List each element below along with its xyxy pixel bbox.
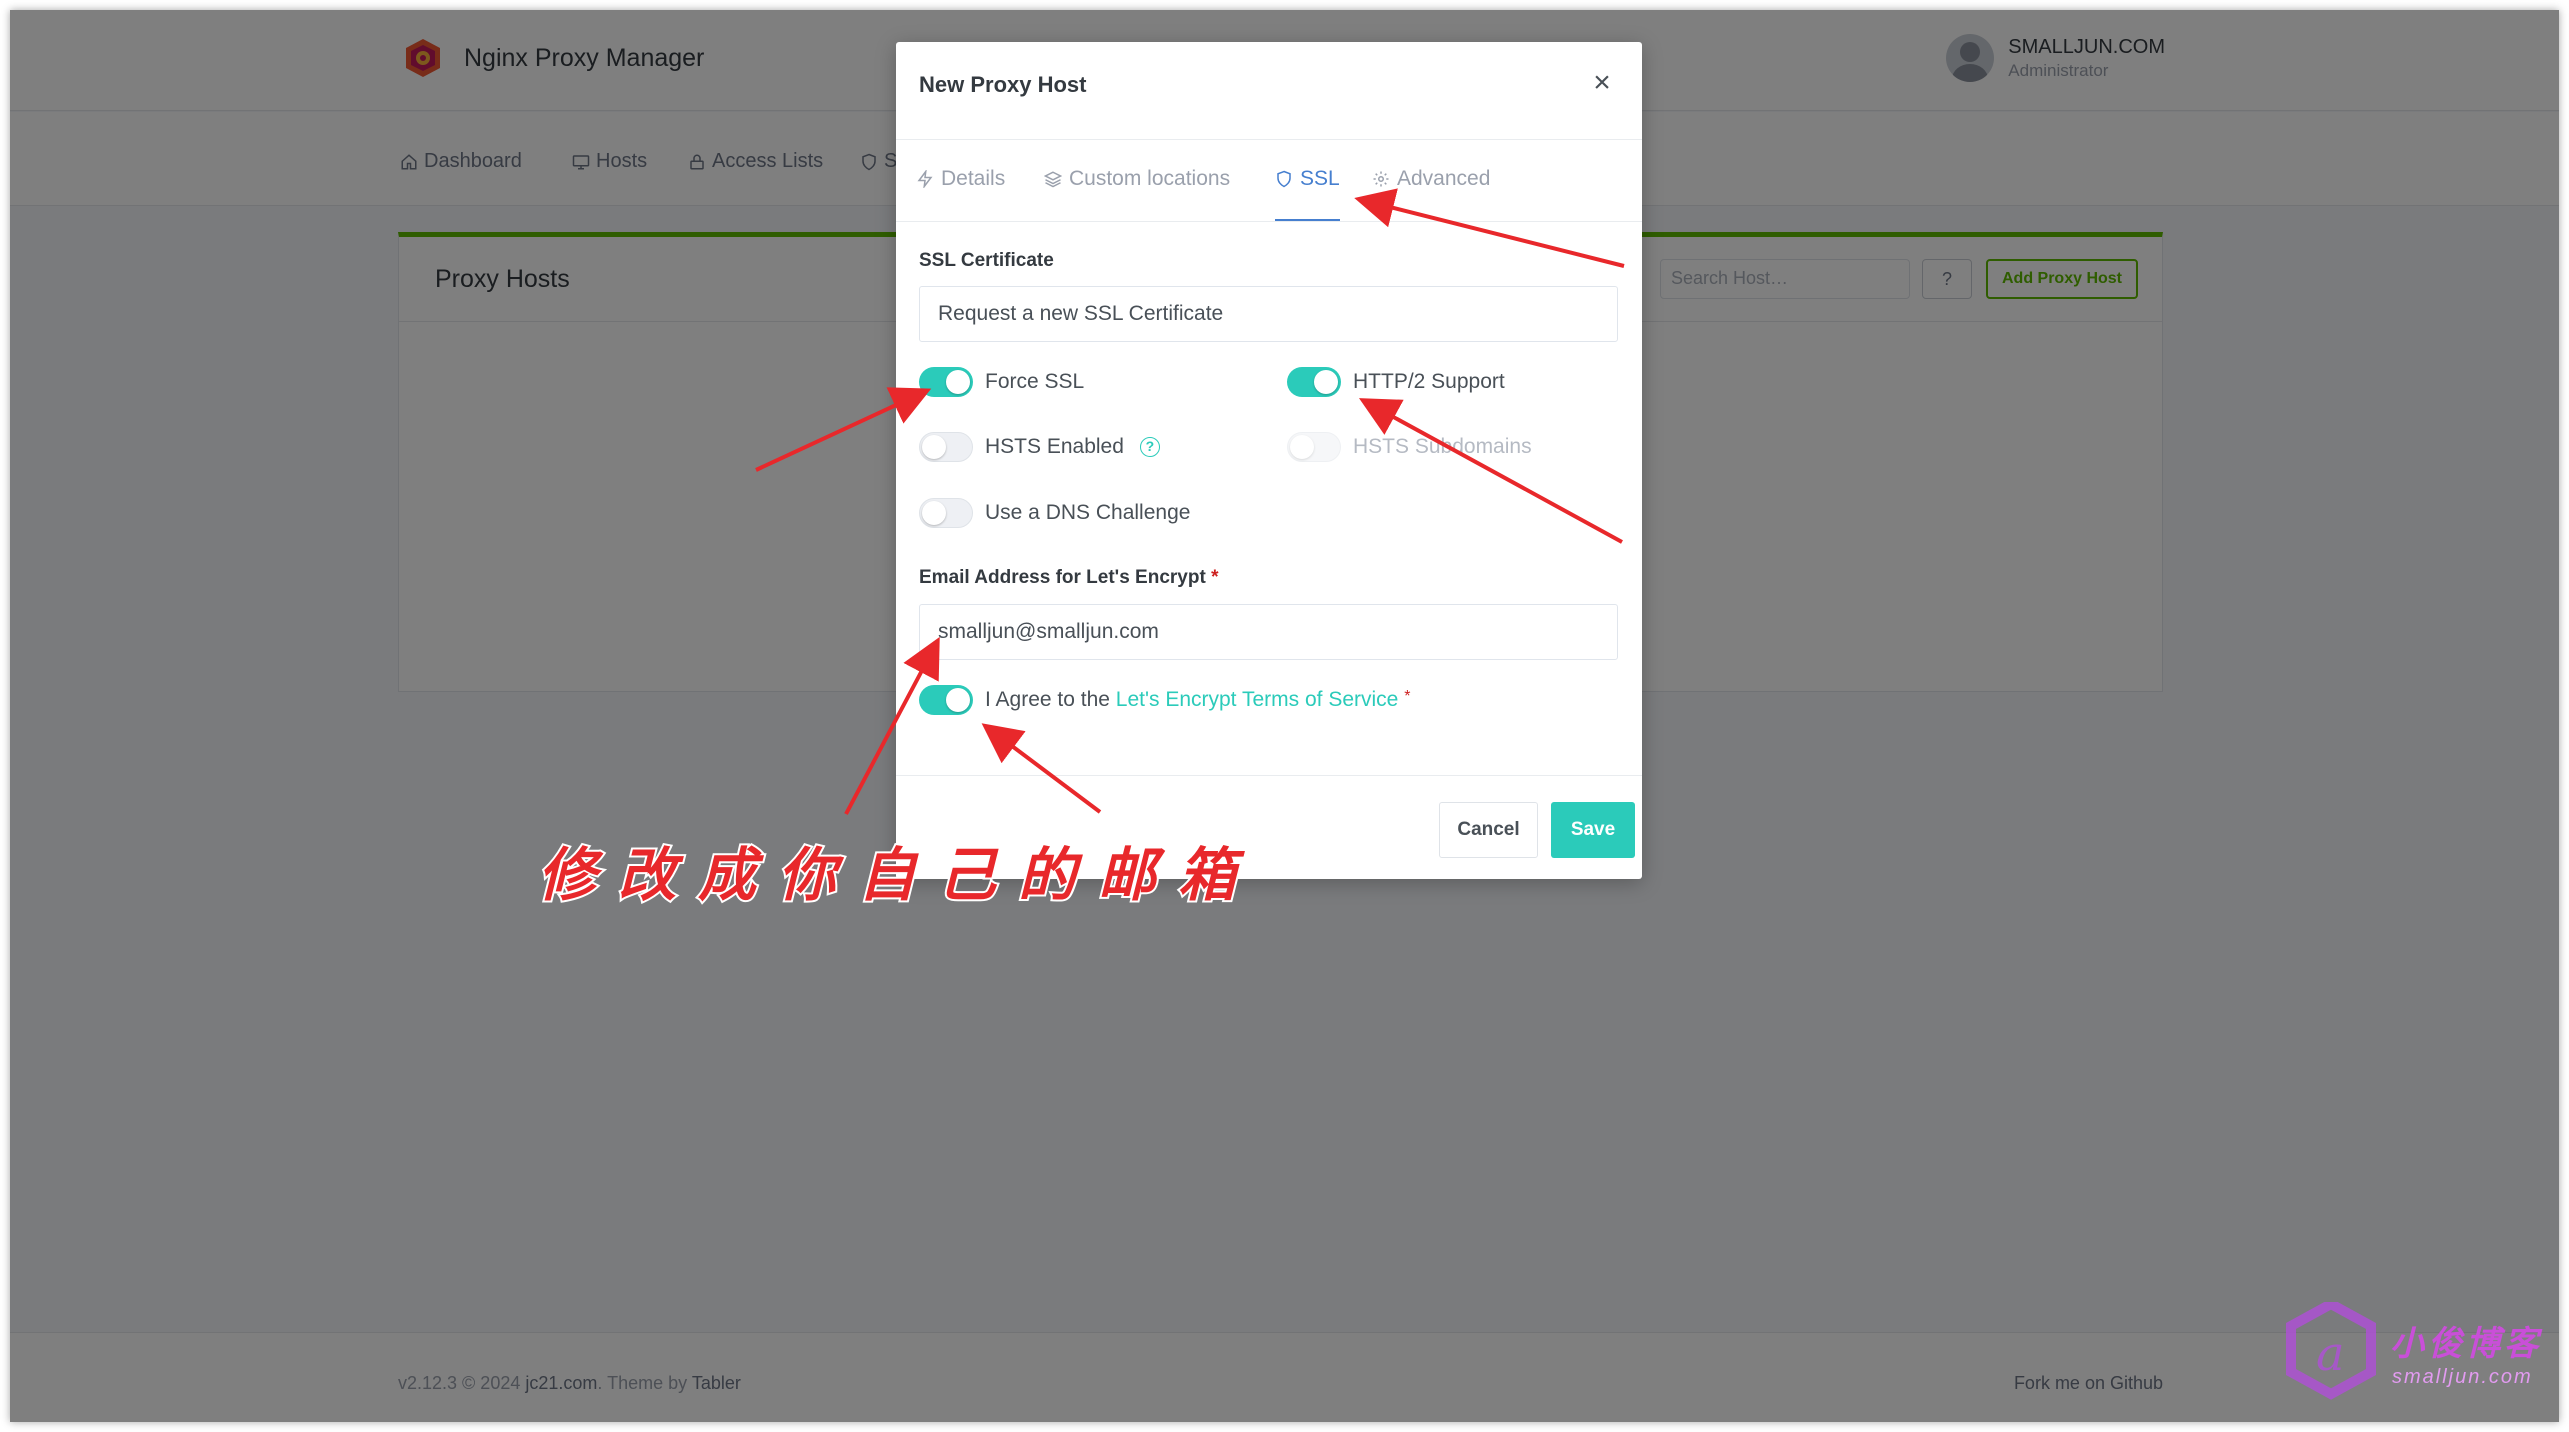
tab-ssl[interactable]: SSL bbox=[1275, 167, 1340, 221]
tab-details[interactable]: Details bbox=[916, 167, 1005, 221]
ssl-certificate-label: SSL Certificate bbox=[919, 250, 1054, 271]
tab-label: Advanced bbox=[1397, 167, 1491, 190]
new-proxy-host-modal: New Proxy Host × Details Custom location… bbox=[896, 42, 1642, 879]
close-icon[interactable]: × bbox=[1586, 68, 1618, 100]
hsts-toggle-row[interactable]: HSTS Enabled ? bbox=[919, 432, 1160, 462]
required-marker: * bbox=[1404, 688, 1411, 705]
http2-label: HTTP/2 Support bbox=[1353, 370, 1505, 393]
ssl-certificate-select[interactable]: Request a new SSL Certificate bbox=[919, 286, 1618, 342]
gear-icon bbox=[1373, 171, 1389, 187]
hsts-toggle[interactable] bbox=[919, 432, 973, 462]
http2-toggle-row[interactable]: HTTP/2 Support bbox=[1287, 367, 1505, 397]
zap-icon bbox=[917, 170, 933, 188]
shield-icon bbox=[1277, 170, 1291, 188]
tab-custom-locations[interactable]: Custom locations bbox=[1044, 167, 1230, 221]
dns-challenge-toggle[interactable] bbox=[919, 498, 973, 528]
required-marker: * bbox=[1211, 567, 1219, 588]
hsts-subdomains-toggle bbox=[1287, 432, 1341, 462]
watermark-title: 小俊博客 bbox=[2390, 1324, 2542, 1364]
cancel-button[interactable]: Cancel bbox=[1439, 802, 1538, 858]
dns-challenge-label: Use a DNS Challenge bbox=[985, 501, 1191, 524]
agree-prefix: I Agree to the bbox=[985, 688, 1110, 711]
divider bbox=[896, 775, 1642, 776]
watermark-url: smalljun.com bbox=[2392, 1366, 2533, 1388]
agree-label: I Agree to the Let's Encrypt Terms of Se… bbox=[985, 688, 1410, 712]
tab-label: SSL bbox=[1300, 167, 1340, 190]
save-button[interactable]: Save bbox=[1551, 802, 1635, 858]
dns-challenge-toggle-row[interactable]: Use a DNS Challenge bbox=[919, 498, 1190, 528]
hsts-subdomains-label: HSTS Subdomains bbox=[1353, 435, 1532, 458]
tab-label: Details bbox=[941, 167, 1006, 190]
help-circle-icon[interactable]: ? bbox=[1139, 437, 1160, 457]
agree-tos-toggle[interactable] bbox=[919, 685, 973, 715]
modal-title: New Proxy Host bbox=[919, 72, 1087, 97]
email-field[interactable]: smalljun@smalljun.com bbox=[919, 604, 1618, 660]
annotation-caption: 修改成你自己的邮箱 bbox=[536, 839, 1259, 911]
modal-tabs: Details Custom locations SSL Advanced bbox=[896, 140, 1642, 222]
agree-toggle-row[interactable]: I Agree to the Let's Encrypt Terms of Se… bbox=[919, 685, 1410, 715]
email-label: Email Address for Let's Encrypt * bbox=[919, 567, 1218, 589]
tab-label: Custom locations bbox=[1069, 167, 1231, 190]
tab-advanced[interactable]: Advanced bbox=[1372, 167, 1490, 221]
tos-link[interactable]: Let's Encrypt Terms of Service bbox=[1116, 688, 1399, 711]
hsts-label: HSTS Enabled bbox=[985, 435, 1124, 458]
hsts-subdomains-toggle-row: HSTS Subdomains bbox=[1287, 432, 1532, 462]
layers-icon bbox=[1044, 171, 1062, 188]
modal-header: New Proxy Host × bbox=[896, 42, 1642, 140]
force-ssl-toggle[interactable] bbox=[919, 367, 973, 397]
svg-text:a: a bbox=[2316, 1326, 2345, 1382]
force-ssl-label: Force SSL bbox=[985, 370, 1085, 393]
email-label-text: Email Address for Let's Encrypt bbox=[919, 567, 1206, 588]
force-ssl-toggle-row[interactable]: Force SSL bbox=[919, 367, 1084, 397]
http2-toggle[interactable] bbox=[1287, 367, 1341, 397]
